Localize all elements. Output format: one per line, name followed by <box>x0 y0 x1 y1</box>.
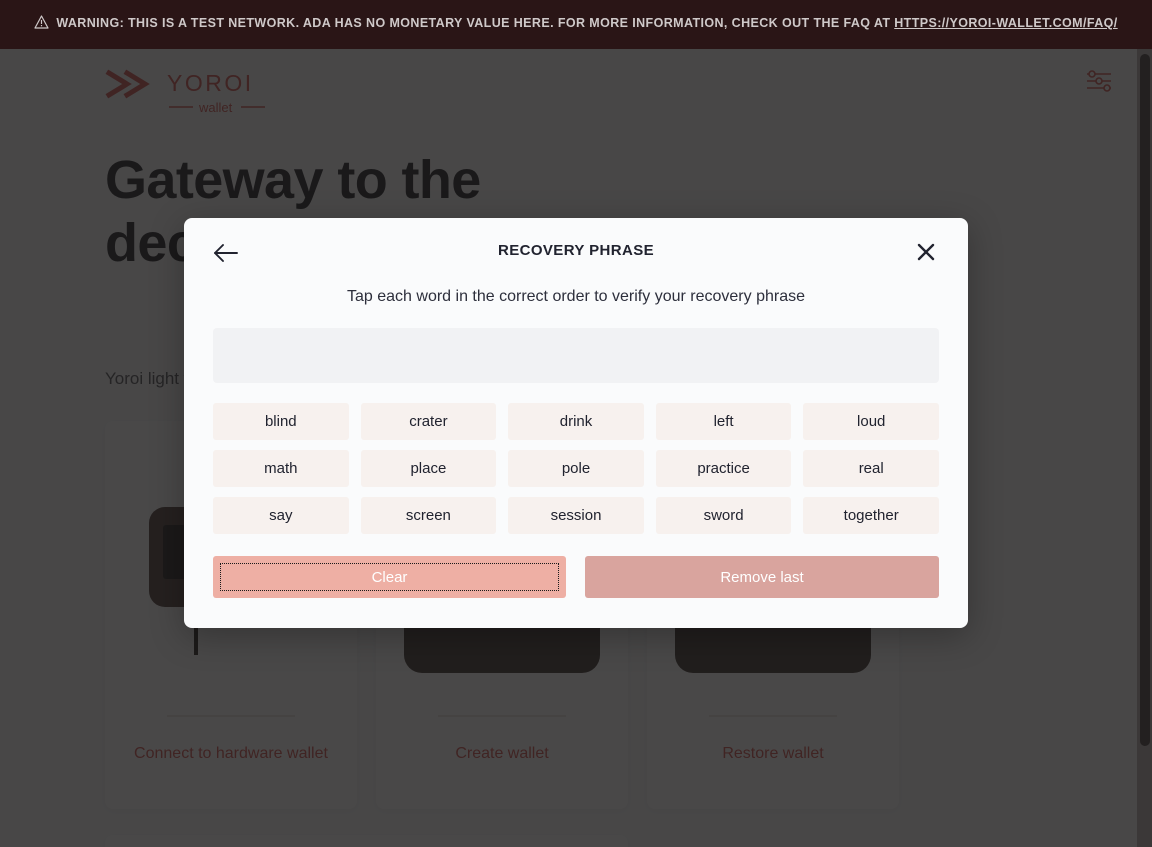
recovery-word-grid: blind crater drink left loud math place … <box>213 403 939 534</box>
word-button[interactable]: pole <box>508 450 644 487</box>
app-root: WARNING: THIS IS A TEST NETWORK. ADA HAS… <box>0 0 1152 847</box>
word-button[interactable]: practice <box>655 450 792 487</box>
banner-text-wrapper: WARNING: THIS IS A TEST NETWORK. ADA HAS… <box>34 13 1117 36</box>
word-button[interactable]: loud <box>803 403 939 440</box>
word-button[interactable]: together <box>803 497 939 534</box>
page-scrollbar-thumb[interactable] <box>1140 54 1150 746</box>
dialog-description: Tap each word in the correct order to ve… <box>347 288 805 305</box>
word-button[interactable]: left <box>655 403 792 440</box>
banner-message: WARNING: THIS IS A TEST NETWORK. ADA HAS… <box>56 15 895 30</box>
word-button[interactable]: screen <box>360 497 497 534</box>
dialog-header: RECOVERY PHRASE <box>184 218 968 288</box>
word-button[interactable]: place <box>360 450 497 487</box>
dialog-actions: Clear Remove last <box>213 556 939 598</box>
dialog-title: RECOVERY PHRASE <box>497 242 655 259</box>
word-button[interactable]: sword <box>655 497 792 534</box>
close-x-icon[interactable] <box>914 240 938 264</box>
word-button[interactable]: real <box>803 450 939 487</box>
recovery-phrase-dialog: RECOVERY PHRASE Tap each word in the cor… <box>184 218 968 628</box>
word-button[interactable]: say <box>213 497 349 534</box>
faq-link[interactable]: HTTPS://YOROI-WALLET.COM/FAQ/ <box>894 16 1117 30</box>
word-button[interactable]: blind <box>213 403 349 440</box>
remove-last-button[interactable]: Remove last <box>585 556 939 598</box>
word-button[interactable]: crater <box>360 403 497 440</box>
warning-triangle-icon <box>34 15 49 36</box>
clear-button[interactable]: Clear <box>213 556 566 598</box>
word-button[interactable]: math <box>213 450 349 487</box>
word-button[interactable]: drink <box>508 403 644 440</box>
word-button[interactable]: session <box>508 497 644 534</box>
test-network-warning-banner: WARNING: THIS IS A TEST NETWORK. ADA HAS… <box>0 0 1152 49</box>
selected-phrase-display[interactable] <box>213 328 939 383</box>
